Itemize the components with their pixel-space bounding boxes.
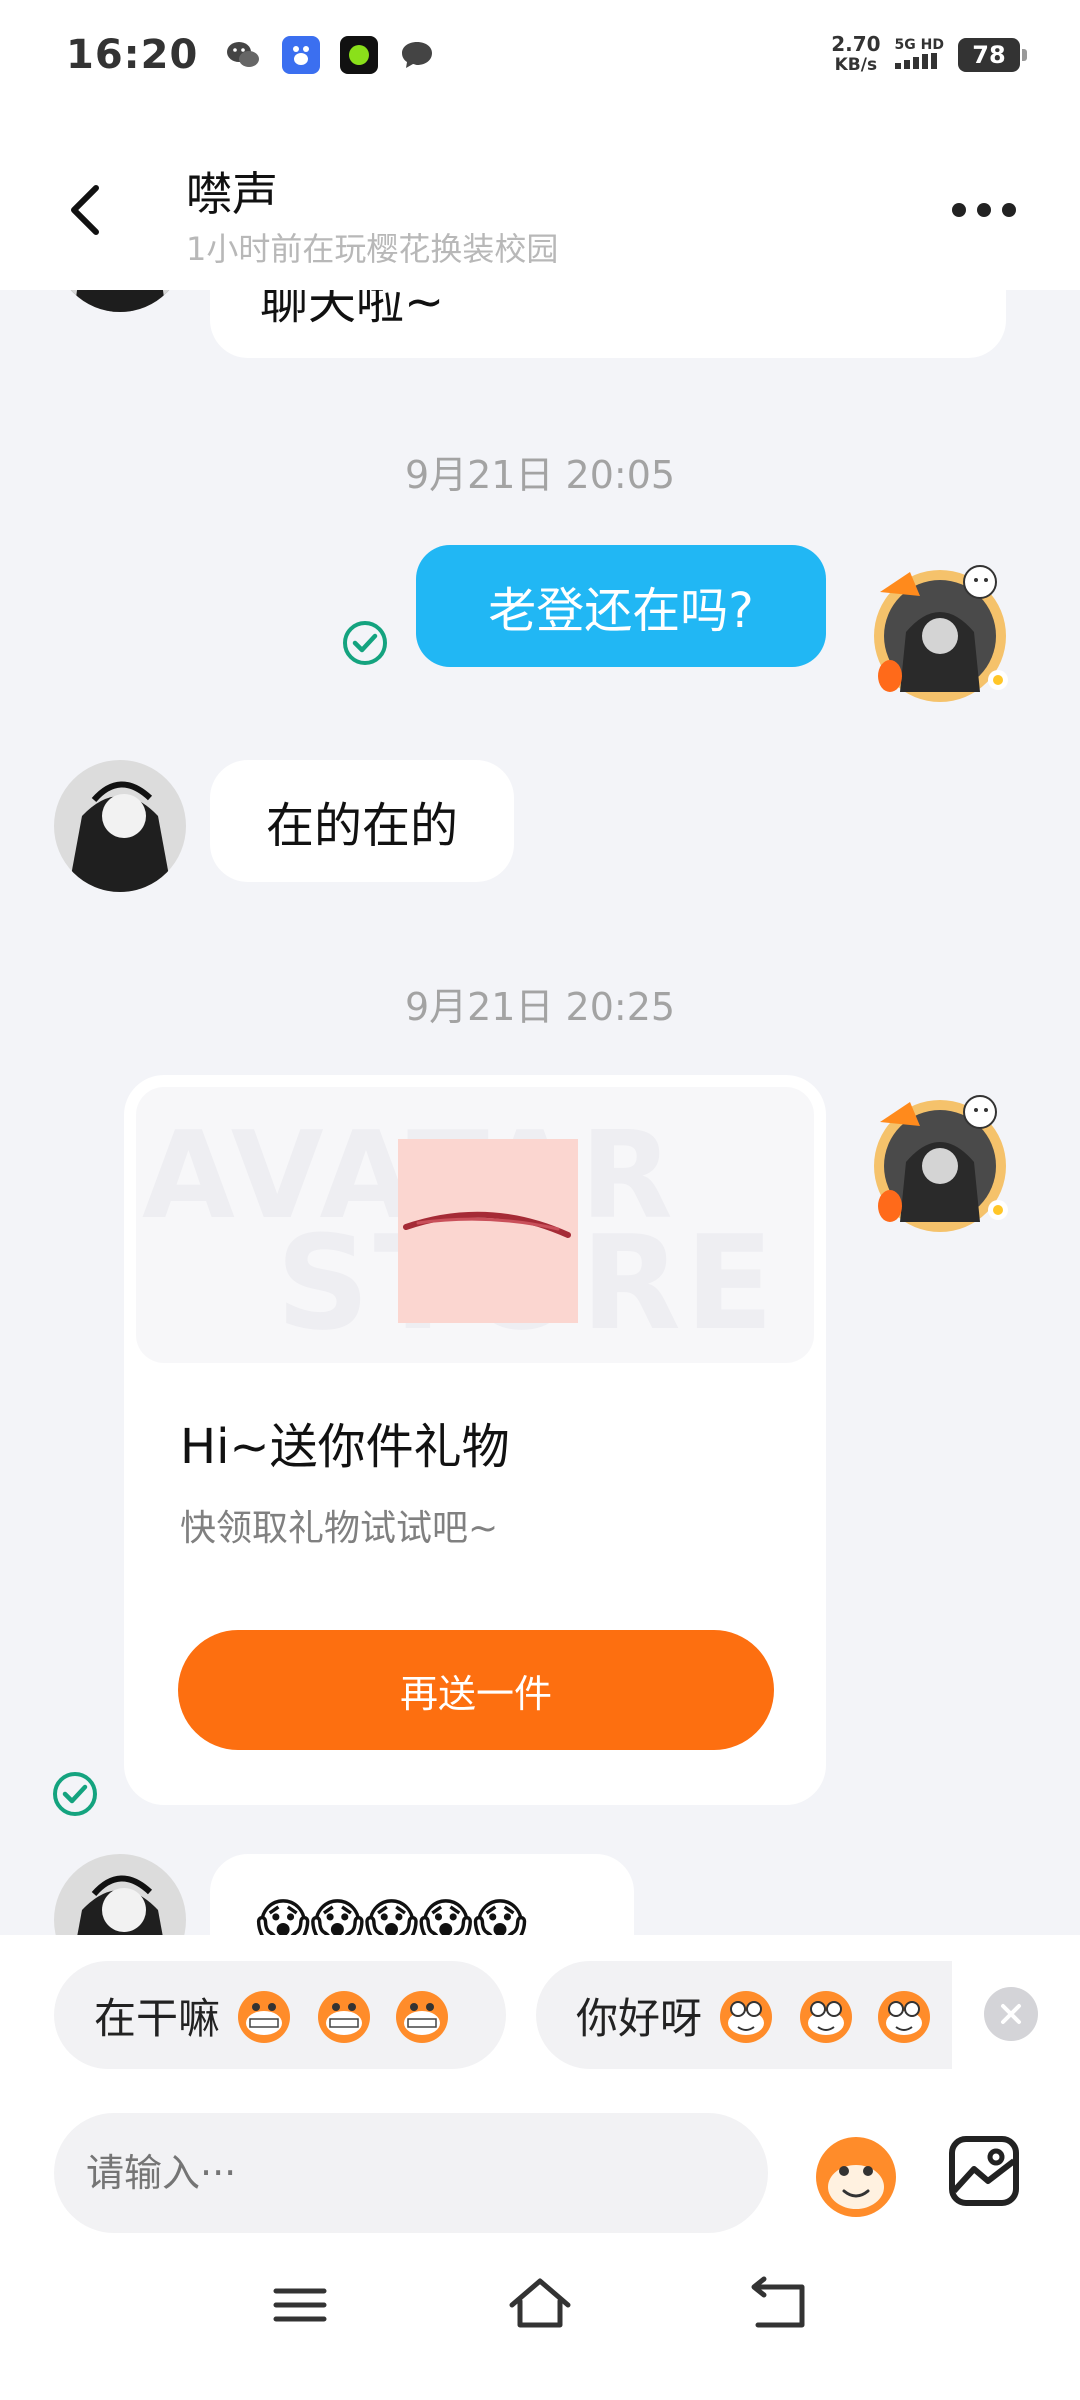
- my-avatar[interactable]: [860, 552, 1020, 712]
- message-text: 老登还在吗?: [488, 583, 754, 639]
- dot-icon: [977, 203, 991, 217]
- monkey-smile-icon: [716, 1985, 946, 2045]
- sticker-button[interactable]: [808, 2127, 904, 2223]
- battery-level: 78: [972, 41, 1006, 69]
- timestamp: 9月21日 20:25: [404, 985, 676, 1029]
- speed-value: 2.70: [831, 32, 881, 56]
- network-indicator: 5G HD: [894, 37, 944, 73]
- message-text: 😱😱😱😱😱: [256, 1894, 528, 1935]
- gift-description: 快领取礼物试试吧~: [180, 1508, 499, 1549]
- read-check-icon: [52, 1771, 98, 1817]
- status-right: 2.70 KB/s 5G HD 78: [831, 34, 1027, 76]
- message-text: 聊天啦~: [260, 290, 445, 330]
- send-another-button[interactable]: 再送一件: [178, 1630, 774, 1750]
- status-bar: 16:20 2.70 KB/s 5G HD 78: [0, 0, 1080, 110]
- contact-avatar[interactable]: [54, 760, 186, 892]
- network-type: 5G HD: [894, 37, 944, 53]
- message-icon: [398, 36, 436, 74]
- message-bubble-outgoing[interactable]: 老登还在吗?: [416, 545, 826, 667]
- message-bubble-incoming[interactable]: 聊天啦~: [210, 290, 1006, 358]
- read-check-icon: [342, 620, 388, 666]
- baidu-icon: [282, 36, 321, 74]
- image-icon: [949, 2136, 1019, 2206]
- chat-screen: 16:20 2.70 KB/s 5G HD 78 噤声 1小时前在玩樱花换装校园…: [0, 0, 1080, 2400]
- network-speed: 2.70 KB/s: [831, 34, 880, 76]
- quick-reply-chip[interactable]: 你好呀: [536, 1961, 952, 2069]
- dot-icon: [1002, 203, 1016, 217]
- close-icon: [1001, 2004, 1021, 2024]
- gift-card[interactable]: AVATAR STORE Hi~送你件礼物 快领取礼物试试吧~ 再送一件: [124, 1075, 826, 1805]
- message-input[interactable]: [54, 2113, 768, 2233]
- speed-unit: KB/s: [834, 55, 878, 75]
- gift-image: [398, 1139, 578, 1323]
- signal-icon: [894, 53, 937, 69]
- green-app-icon: [340, 36, 379, 74]
- home-nav-button[interactable]: [500, 2265, 580, 2345]
- chat-header: 噤声 1小时前在玩樱花换装校园: [0, 110, 1080, 290]
- more-options-button[interactable]: [952, 198, 1016, 222]
- dot-icon: [952, 203, 966, 217]
- timestamp: 9月21日 20:05: [404, 453, 676, 497]
- menu-icon: [273, 2288, 327, 2322]
- contact-avatar[interactable]: [54, 1854, 186, 1935]
- quick-reply-label: 在干嘛: [94, 1993, 221, 2043]
- system-nav-bar: [0, 2265, 1080, 2400]
- contact-status: 1小时前在玩樱花换装校园: [186, 230, 559, 268]
- monkey-grin-icon: [234, 1985, 454, 2045]
- battery-icon: 78: [958, 38, 1027, 72]
- quick-reply-chip[interactable]: 在干嘛: [54, 1961, 506, 2069]
- contact-avatar[interactable]: [54, 290, 186, 312]
- back-nav-button[interactable]: [740, 2265, 820, 2345]
- message-bubble-incoming[interactable]: 😱😱😱😱😱: [210, 1854, 634, 1935]
- gift-title: Hi~送你件礼物: [180, 1419, 510, 1475]
- message-list[interactable]: 聊天啦~ 9月21日 20:05 老登还在吗? 在的在的 9月21日 20:25…: [0, 290, 1080, 1935]
- back-button[interactable]: [62, 180, 112, 240]
- gift-banner: AVATAR STORE: [136, 1087, 814, 1363]
- composer-area: 在干嘛 你好呀: [0, 1935, 1080, 2400]
- status-time: 16:20: [66, 32, 199, 78]
- menu-nav-button[interactable]: [260, 2265, 340, 2345]
- notification-icons: [224, 36, 436, 74]
- quick-reply-label: 你好呀: [576, 1993, 703, 2043]
- image-picker-button[interactable]: [948, 2135, 1020, 2207]
- back-nav-icon: [751, 2276, 805, 2328]
- contact-name: 噤声: [186, 167, 278, 221]
- chevron-left-icon: [71, 185, 99, 235]
- message-text: 在的在的: [265, 798, 458, 854]
- wechat-icon: [224, 36, 262, 74]
- message-bubble-incoming[interactable]: 在的在的: [210, 760, 514, 882]
- home-icon: [509, 2278, 571, 2328]
- my-avatar[interactable]: [860, 1082, 1020, 1242]
- close-quick-replies-button[interactable]: [984, 1987, 1038, 2041]
- monkey-sticker-icon: [816, 2137, 896, 2217]
